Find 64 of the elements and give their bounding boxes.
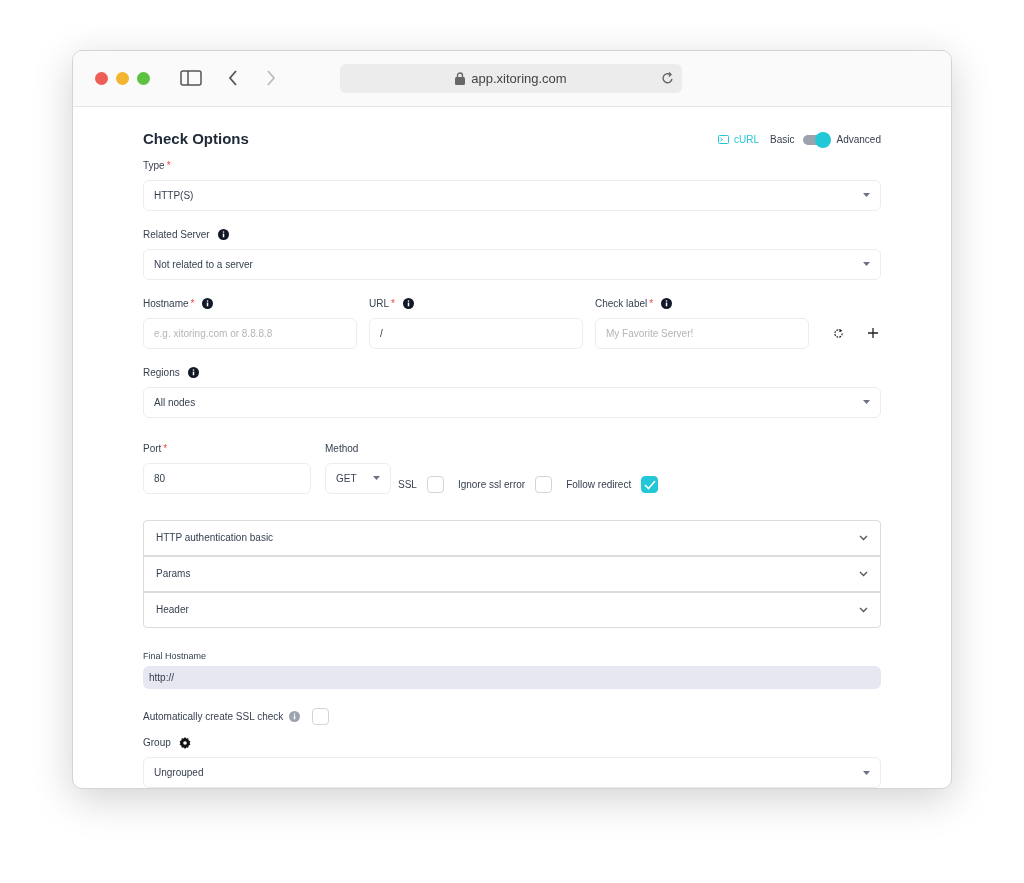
check-label-field[interactable]: My Favorite Server! — [595, 317, 809, 349]
lock-icon — [455, 71, 466, 85]
section-title: Check Options — [143, 129, 249, 150]
field-label: Regions — [143, 366, 180, 380]
field-label: Final Hostname — [143, 649, 208, 663]
option-label: Ignore ssl error — [457, 478, 526, 492]
field-label: URL — [369, 297, 389, 311]
field-label: Related Server — [143, 228, 210, 242]
field-label: Hostname — [143, 297, 189, 311]
chevron-icon — [859, 570, 868, 577]
info-icon — [187, 367, 199, 378]
checkbox[interactable] — [312, 708, 330, 725]
required-mark: * — [391, 297, 395, 311]
required-mark: * — [166, 159, 171, 173]
server-select[interactable]: Not related to a server — [143, 248, 881, 280]
regions-select[interactable]: All nodes — [143, 386, 881, 418]
required-mark: * — [163, 442, 168, 456]
mode-label: Basic — [770, 133, 795, 147]
caret-icon — [373, 476, 380, 480]
address-bar[interactable]: app.xitoring.com — [340, 63, 682, 93]
type-select[interactable]: HTTP(S) — [143, 179, 881, 211]
refresh-icon[interactable] — [833, 327, 844, 339]
terminal-icon — [718, 135, 730, 144]
mode-label: Advanced — [836, 133, 881, 147]
accordion-header[interactable]: Header — [144, 592, 880, 627]
option-label: Follow redirect — [566, 478, 632, 492]
chevron-icon — [859, 606, 868, 613]
add-icon[interactable] — [868, 328, 878, 338]
field-label: Method — [325, 442, 359, 456]
checkbox[interactable] — [426, 476, 444, 493]
field-label: Check label — [595, 297, 648, 311]
mode-toggle[interactable] — [802, 134, 829, 145]
caret-icon — [863, 770, 870, 775]
accordion-header[interactable]: Params — [144, 556, 880, 591]
port-field[interactable]: 80 — [143, 462, 311, 494]
caret-icon — [863, 193, 870, 197]
info-icon — [289, 711, 301, 722]
field-label: Port — [143, 442, 162, 456]
required-mark: * — [190, 297, 195, 311]
option-label: SSL — [398, 478, 417, 492]
field-label: Group — [143, 736, 171, 750]
reload-icon[interactable] — [661, 71, 674, 86]
chevron-icon — [859, 534, 868, 541]
required-mark: * — [649, 297, 654, 311]
group-select[interactable]: Ungrouped — [143, 757, 881, 788]
forward-icon[interactable] — [266, 70, 276, 87]
back-icon[interactable] — [228, 70, 238, 87]
accordion-header[interactable]: HTTP authentication basic — [144, 520, 880, 555]
final-hostname-field: http:// — [143, 666, 881, 689]
sidebar-icon[interactable] — [180, 70, 202, 87]
info-icon — [217, 229, 229, 240]
info-icon — [661, 298, 673, 309]
hostname-field[interactable]: e.g. xitoring.com or 8.8.8.8 — [143, 317, 357, 349]
caret-icon — [863, 262, 870, 266]
checkbox[interactable] — [641, 476, 659, 493]
method-select[interactable]: GET — [325, 462, 391, 494]
field-label: Type — [143, 159, 165, 173]
settings-icon[interactable] — [178, 736, 191, 749]
checkbox[interactable] — [535, 476, 553, 493]
info-icon — [402, 298, 414, 309]
caret-icon — [863, 400, 870, 404]
url-field[interactable]: / — [369, 317, 583, 349]
option-label: Automatically create SSL check — [143, 710, 284, 724]
info-icon — [202, 298, 214, 309]
